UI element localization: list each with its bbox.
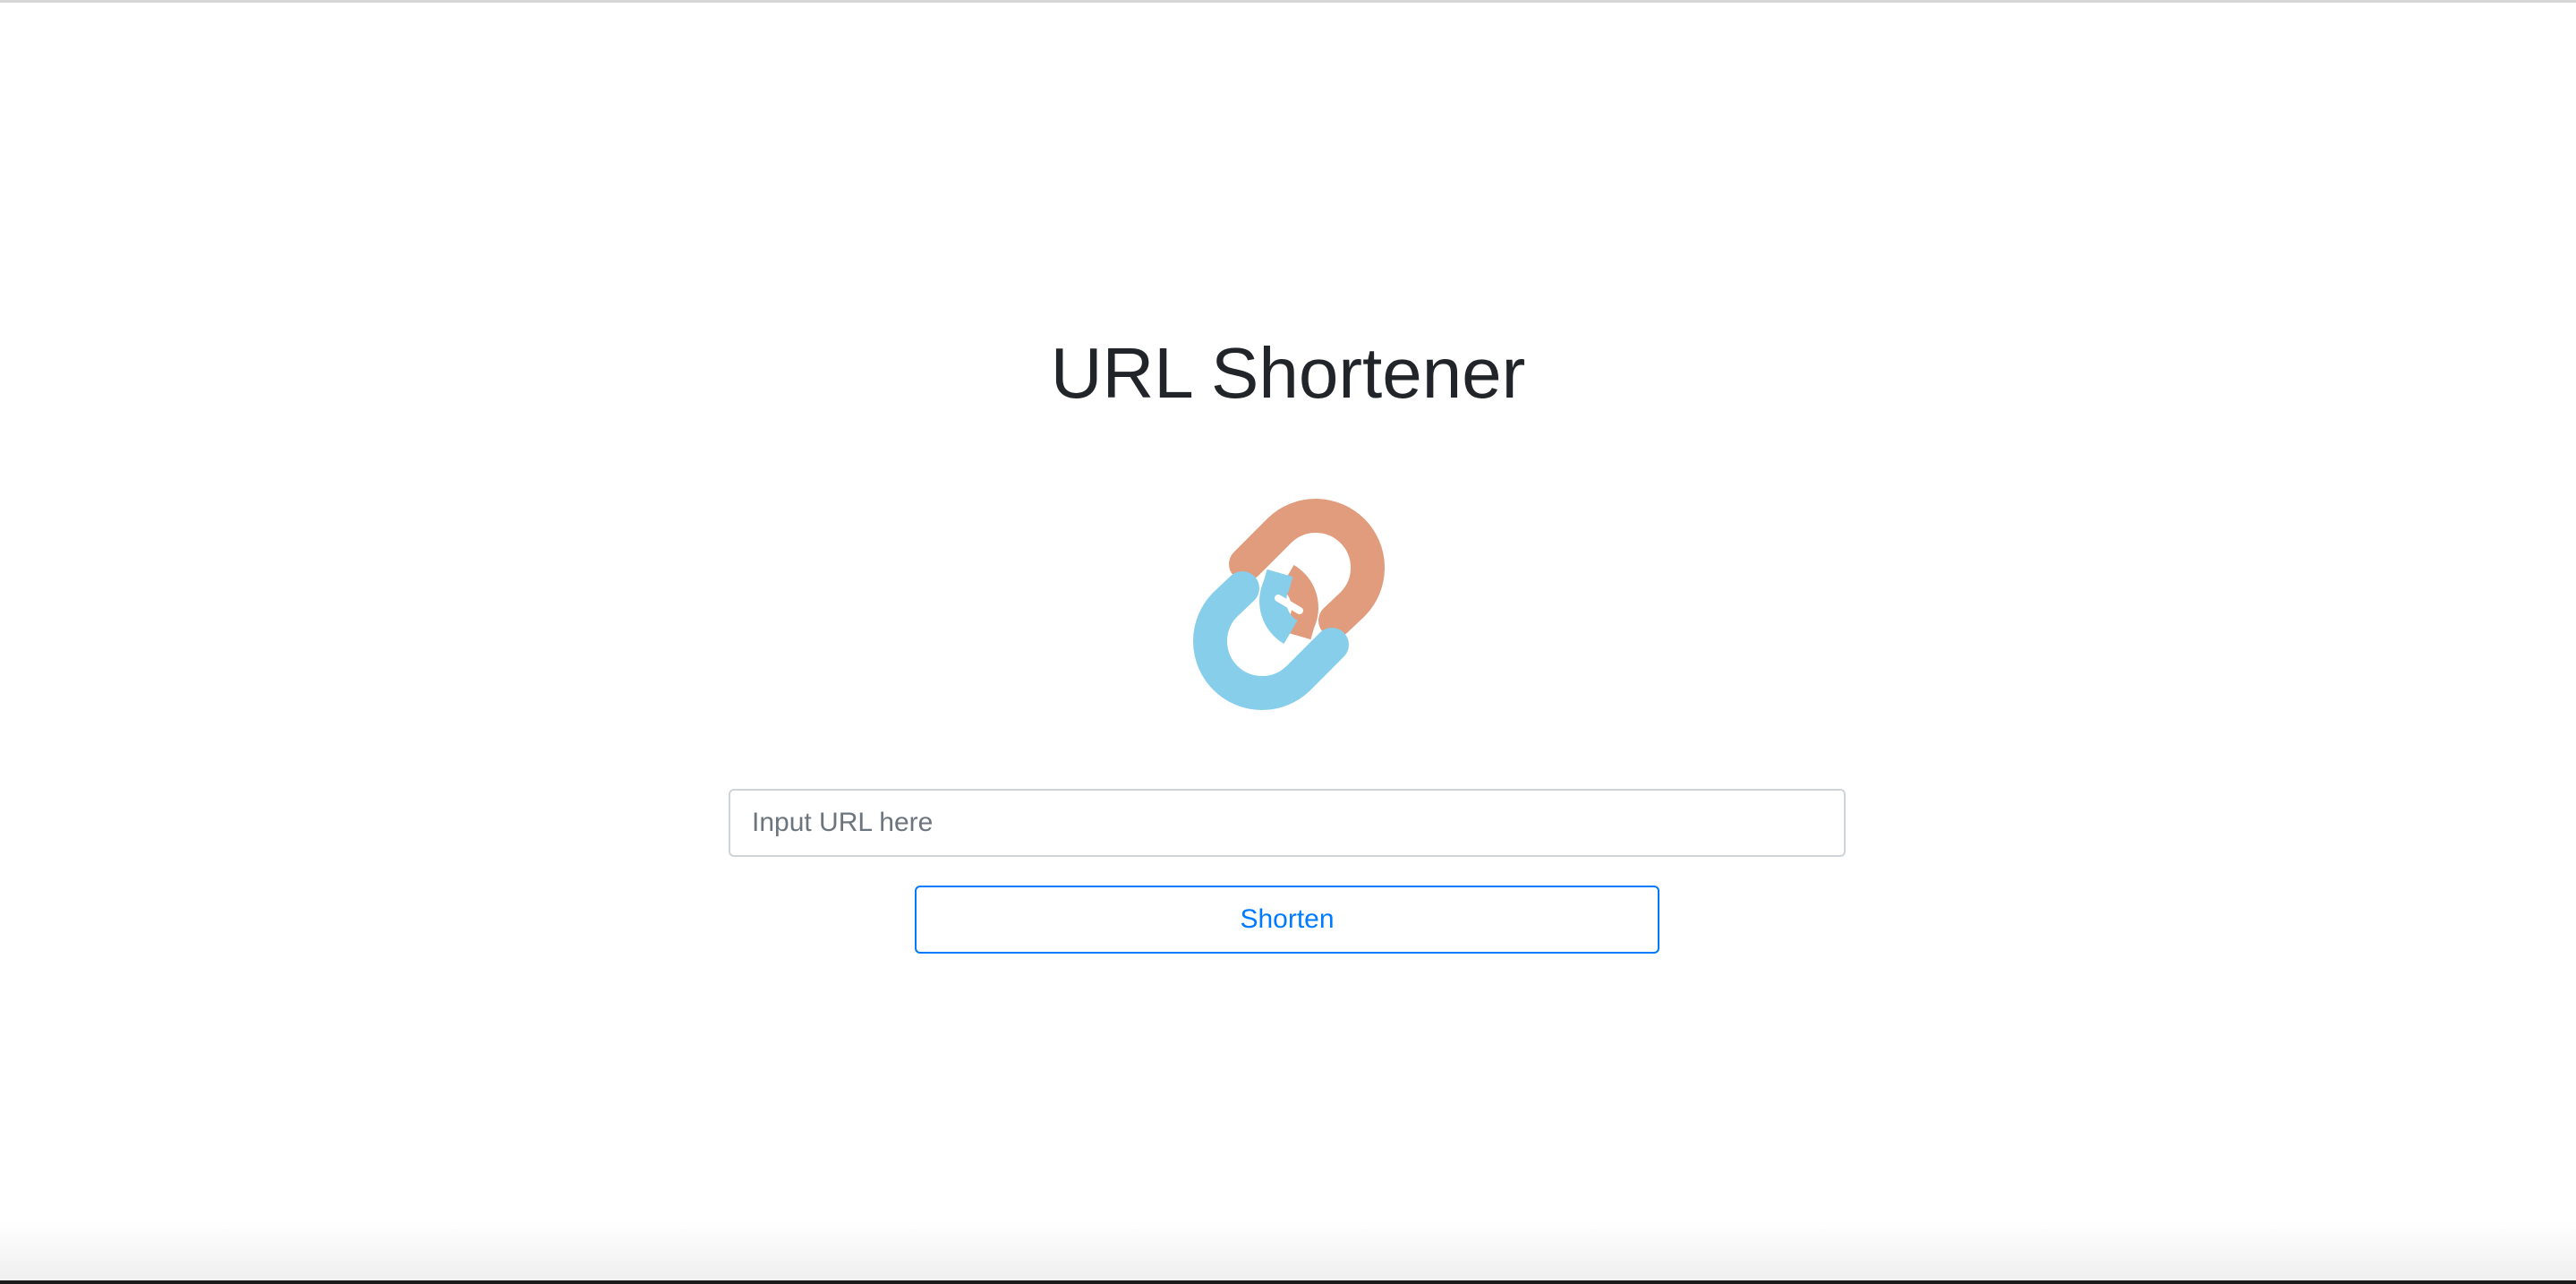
bottom-shade	[0, 1221, 2576, 1284]
bottom-edge	[0, 1280, 2576, 1284]
shorten-button[interactable]: Shorten	[915, 886, 1659, 954]
chain-link-icon	[1173, 492, 1405, 716]
url-input[interactable]	[729, 789, 1846, 857]
page-title: URL Shortener	[1050, 333, 1526, 413]
